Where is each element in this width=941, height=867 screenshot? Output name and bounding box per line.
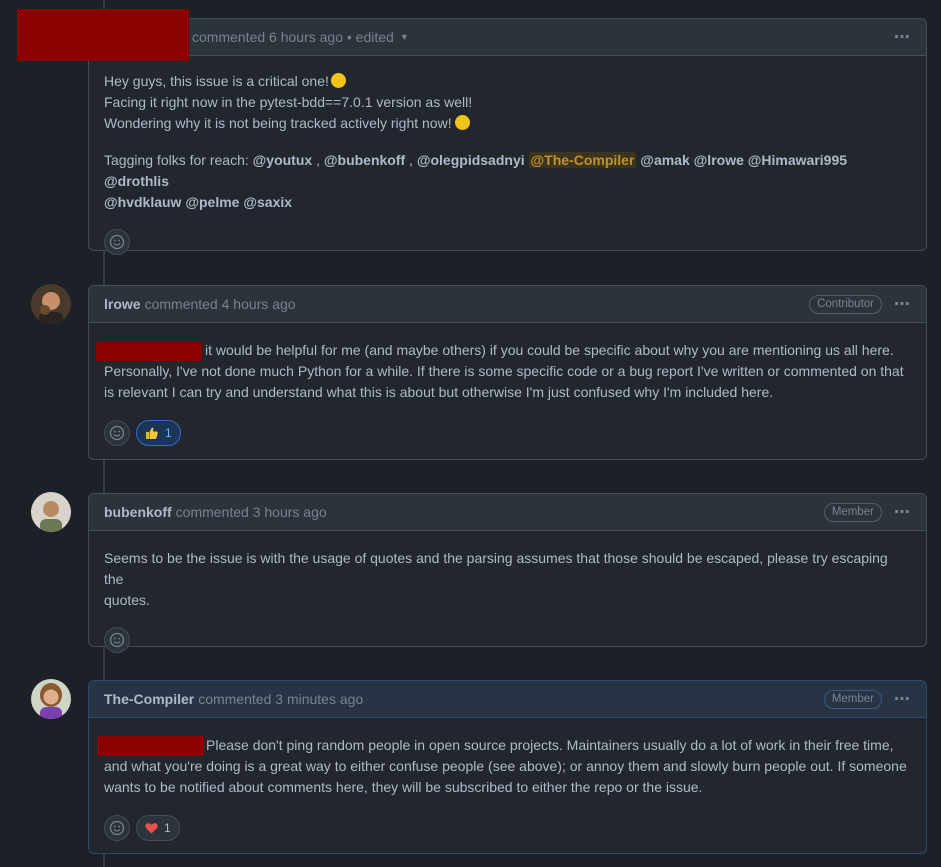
avatar-lrowe[interactable] xyxy=(31,284,71,324)
avatar-the-compiler[interactable] xyxy=(31,679,71,719)
comment-1: commented 6 hours ago • edited ▼ ⋯ Hey g… xyxy=(88,18,927,255)
reactions-bar: 1 xyxy=(89,415,926,461)
mention-himawari995[interactable]: @Himawari995 xyxy=(748,152,847,168)
comment-meta[interactable]: commented 3 minutes ago xyxy=(198,691,363,707)
comment-body: Please don't ping random people in open … xyxy=(89,718,926,810)
reaction-thumbs-up[interactable]: 1 xyxy=(136,420,181,446)
comment-meta[interactable]: commented 3 hours ago xyxy=(176,504,327,520)
reaction-heart[interactable]: 1 xyxy=(136,815,180,842)
sad-face-emoji-icon xyxy=(330,73,346,88)
reaction-count: 1 xyxy=(165,426,172,440)
mention-hvdklauw[interactable]: @hvdklauw xyxy=(104,194,181,210)
comment-meta[interactable]: commented 6 hours ago • edited xyxy=(192,29,394,45)
role-badge: Member xyxy=(823,502,882,522)
comment-meta[interactable]: commented 4 hours ago xyxy=(145,296,296,312)
comment-header: The-Compiler commented 3 minutes ago Mem… xyxy=(89,681,926,718)
comment-body: Hey guys, this issue is a critical one! … xyxy=(104,73,848,210)
mention-lrowe[interactable]: @lrowe xyxy=(694,152,744,168)
comment-author[interactable]: lrowe xyxy=(104,296,141,312)
confused-face-emoji-icon xyxy=(455,115,471,130)
redacted-mention xyxy=(96,341,202,361)
reactions-bar xyxy=(89,225,926,270)
redacted-mention xyxy=(97,736,204,757)
mention-bubenkoff[interactable]: @bubenkoff xyxy=(324,152,405,168)
add-reaction-smiley-icon[interactable] xyxy=(104,229,130,255)
kebab-menu-icon[interactable]: ⋯ xyxy=(894,502,911,522)
edited-caret-icon[interactable]: ▼ xyxy=(400,32,409,42)
reactions-bar xyxy=(89,623,926,668)
mention-olegpidsadnyi[interactable]: @olegpidsadnyi xyxy=(417,152,525,168)
comment-body: it would be helpful for me (and maybe ot… xyxy=(89,323,926,415)
kebab-menu-icon[interactable]: ⋯ xyxy=(894,27,911,47)
role-badge: Member xyxy=(823,689,882,709)
comment-author[interactable]: The-Compiler xyxy=(104,691,194,707)
kebab-menu-icon[interactable]: ⋯ xyxy=(894,689,911,709)
comment-author[interactable]: bubenkoff xyxy=(104,504,172,520)
redacted-author xyxy=(17,9,189,61)
comment-header: bubenkoff commented 3 hours ago Member ⋯ xyxy=(89,494,926,531)
comment-2: lrowe commented 4 hours ago Contributor … xyxy=(88,285,927,460)
comment-header: lrowe commented 4 hours ago Contributor … xyxy=(89,286,926,323)
comment-body: Seems to be the issue is with the usage … xyxy=(104,550,888,608)
reaction-count: 1 xyxy=(164,821,171,836)
comment-header: commented 6 hours ago • edited ▼ ⋯ xyxy=(89,19,926,56)
comment-4: The-Compiler commented 3 minutes ago Mem… xyxy=(88,680,927,854)
mention-the-compiler[interactable]: @The-Compiler xyxy=(528,152,637,168)
avatar-bubenkoff[interactable] xyxy=(31,492,71,532)
add-reaction-smiley-icon[interactable] xyxy=(104,420,130,446)
mention-pelme[interactable]: @pelme xyxy=(185,194,239,210)
mention-saxix[interactable]: @saxix xyxy=(243,194,292,210)
mention-amak[interactable]: @amak xyxy=(640,152,689,168)
role-badge: Contributor xyxy=(809,294,882,314)
thumbs-up-icon xyxy=(146,427,158,439)
heart-icon xyxy=(145,823,158,834)
mention-drothlis[interactable]: @drothlis xyxy=(104,173,169,189)
kebab-menu-icon[interactable]: ⋯ xyxy=(894,294,911,314)
mention-youtux[interactable]: @youtux xyxy=(253,152,313,168)
reactions-bar: 1 xyxy=(89,810,926,856)
add-reaction-smiley-icon[interactable] xyxy=(104,815,130,842)
add-reaction-smiley-icon[interactable] xyxy=(104,627,130,653)
comment-3: bubenkoff commented 3 hours ago Member ⋯… xyxy=(88,493,927,653)
